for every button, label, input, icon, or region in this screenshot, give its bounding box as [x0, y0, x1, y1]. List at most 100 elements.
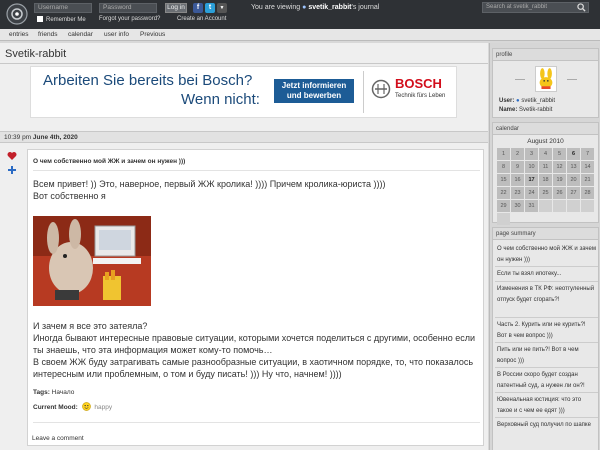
more-login-chevron-icon[interactable]: ▼	[217, 3, 227, 13]
entry-subject[interactable]: О чем собственно мой ЖЖ и зачем он нужен…	[33, 158, 185, 165]
summary-link[interactable]: В России скоро будет создан патентный су…	[497, 370, 597, 391]
happy-smiley-icon	[81, 402, 91, 411]
userpic-line-right	[567, 79, 577, 80]
entry-tags: Tags: Начало	[33, 389, 75, 396]
calendar-day[interactable]: 21	[581, 174, 594, 186]
calendar-day[interactable]: 23	[511, 187, 524, 199]
title-divider	[0, 63, 488, 64]
calendar-month[interactable]: August 2010	[493, 138, 598, 145]
calendar-day[interactable]: 1	[497, 148, 510, 160]
right-sidebar: profile User: ● svetik_rabbit Name: Svet…	[489, 43, 600, 450]
search-icon[interactable]	[577, 3, 586, 12]
calendar-day[interactable]: 9	[511, 161, 524, 173]
viewing-info: You are viewing ● svetik_rabbit's journa…	[251, 4, 380, 11]
entry-paragraph-1: И зачем я все это затеяла?	[33, 321, 148, 331]
nav-calendar[interactable]: calendar	[68, 31, 93, 38]
ad-subline: Wenn nicht:	[181, 91, 260, 108]
calendar-day[interactable]: 29	[497, 200, 510, 212]
profile-box: profile User: ● svetik_rabbit Name: Svet…	[492, 48, 599, 118]
search-input[interactable]: Search at svetik_rabbit	[482, 2, 589, 13]
calendar-day[interactable]: 17	[525, 174, 538, 186]
profile-user-link[interactable]: svetik_rabbit	[521, 98, 555, 104]
summary-divider	[495, 281, 598, 282]
password-input[interactable]: Password	[99, 3, 157, 13]
userpic-avatar[interactable]	[535, 66, 557, 92]
entry-mood: Current Mood: happy	[33, 402, 113, 411]
calendar-day[interactable]: 16	[511, 174, 524, 186]
calendar-day[interactable]: 6	[567, 148, 580, 160]
calendar-day[interactable]: 19	[553, 174, 566, 186]
site-logo-icon[interactable]	[6, 3, 28, 25]
entry-paragraph-2: Иногда бывают интересные правовые ситуац…	[33, 333, 475, 355]
journal-nav: entries friends calendar user info Previ…	[0, 29, 600, 41]
tag-link[interactable]: Начало	[52, 389, 75, 396]
calendar-empty-cell	[539, 200, 552, 212]
user-head-icon: ●	[302, 4, 307, 11]
twitter-icon[interactable]: t	[205, 3, 215, 13]
nav-user-info[interactable]: user info	[104, 31, 129, 38]
entry-date-link[interactable]: June 4th, 2020	[33, 134, 78, 141]
calendar-day[interactable]: 14	[581, 161, 594, 173]
calendar-day[interactable]: 10	[525, 161, 538, 173]
calendar-day[interactable]: 4	[539, 148, 552, 160]
memories-heart-icon[interactable]	[7, 151, 17, 161]
summary-divider	[495, 266, 598, 267]
calendar-day[interactable]: 31	[525, 200, 538, 212]
username-input[interactable]: Username	[34, 3, 92, 13]
calendar-empty-cell	[497, 213, 510, 225]
ad-cta-button[interactable]: Jetzt informieren und bewerben	[274, 79, 354, 103]
nav-previous[interactable]: Previous	[140, 31, 165, 38]
forgot-password-link[interactable]: Forgot your password?	[99, 16, 160, 22]
summary-link[interactable]: О чем собственно мой ЖЖ и зачем он нужен…	[497, 244, 597, 265]
calendar-header: calendar	[493, 123, 598, 135]
calendar-day[interactable]: 30	[511, 200, 524, 212]
calendar-day[interactable]: 18	[539, 174, 552, 186]
user-head-icon: ●	[516, 98, 520, 104]
nav-friends[interactable]: friends	[38, 31, 58, 38]
summary-link[interactable]: Ювенальная юстиция: что это такое и с че…	[497, 395, 597, 416]
calendar-day[interactable]: 27	[567, 187, 580, 199]
remember-me[interactable]: Remember Me	[37, 16, 86, 23]
calendar-day[interactable]: 26	[553, 187, 566, 199]
calendar-day[interactable]: 20	[567, 174, 580, 186]
entry-divider	[33, 170, 480, 171]
calendar-day[interactable]: 3	[525, 148, 538, 160]
login-button[interactable]: Log in	[165, 3, 187, 13]
summary-link[interactable]: Если ты взял ипотеку...	[497, 269, 597, 280]
summary-link[interactable]: Изменения в ТК РФ: неотгуленный отпуск б…	[497, 284, 597, 305]
calendar-day[interactable]: 7	[581, 148, 594, 160]
top-bar: Username Password Log in f t ▼ Remember …	[0, 0, 600, 29]
calendar-day[interactable]: 13	[567, 161, 580, 173]
calendar-day[interactable]: 15	[497, 174, 510, 186]
entry-time: 10:39 pm	[4, 134, 32, 141]
calendar-day[interactable]: 24	[525, 187, 538, 199]
calendar-day[interactable]: 11	[539, 161, 552, 173]
summary-divider	[495, 392, 598, 393]
calendar-day[interactable]: 12	[553, 161, 566, 173]
viewing-user-link[interactable]: svetik_rabbit	[308, 4, 351, 11]
entry-intro-2: Вот собственно я	[33, 191, 106, 201]
summary-link[interactable]: Часть 2. Курить или не курить?! Вот в че…	[497, 320, 597, 341]
leave-comment-link[interactable]: Leave a comment	[32, 435, 84, 442]
nav-entries[interactable]: entries	[9, 31, 29, 38]
remember-checkbox[interactable]	[37, 16, 43, 22]
calendar-day[interactable]: 22	[497, 187, 510, 199]
calendar-day[interactable]: 5	[553, 148, 566, 160]
calendar-empty-cell	[581, 200, 594, 212]
facebook-icon[interactable]: f	[193, 3, 203, 13]
entry-intro: Всем привет! )) Это, наверное, первый ЖЖ…	[33, 179, 386, 189]
summary-link[interactable]: Верховный суд получил по шапке	[497, 420, 597, 431]
ad-brand: BOSCH	[395, 76, 442, 91]
page-title: Svetik-rabbit	[5, 48, 67, 60]
summary-link[interactable]: Пить или не пить?! Вот в чем вопрос )))	[497, 345, 597, 366]
calendar-day[interactable]: 28	[581, 187, 594, 199]
create-account-link[interactable]: Create an Account	[177, 16, 226, 22]
main-column: Svetik-rabbit Arbeiten Sie bereits bei B…	[0, 43, 488, 450]
page-summary-box: page summary О чем собственно мой ЖЖ и з…	[492, 227, 599, 450]
calendar-day[interactable]: 8	[497, 161, 510, 173]
add-plus-icon[interactable]	[7, 165, 17, 175]
calendar-day[interactable]: 2	[511, 148, 524, 160]
calendar-box: calendar August 2010 1 2 3 4 5 6 7 8 9 10 11 12 13 14…	[492, 122, 599, 225]
calendar-day[interactable]: 25	[539, 187, 552, 199]
advertisement-banner[interactable]: Arbeiten Sie bereits bei Bosch? Wenn nic…	[30, 66, 457, 118]
